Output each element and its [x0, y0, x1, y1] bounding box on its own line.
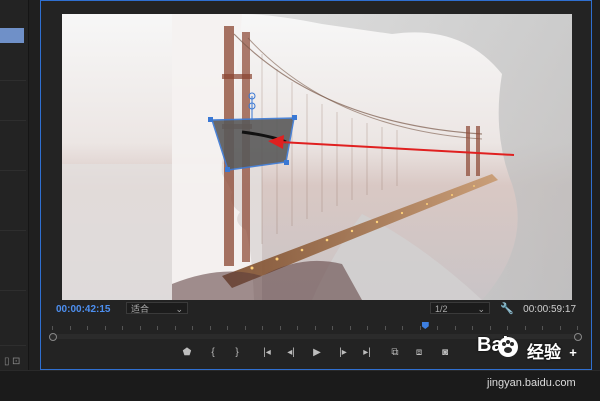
duration-timecode: 00:00:59:17: [523, 304, 576, 315]
ruler-tick: [367, 326, 368, 330]
ruler-tick: [332, 326, 333, 330]
ruler-tick: [349, 326, 351, 330]
list-view-icon[interactable]: ▯: [4, 356, 10, 367]
go-to-out-icon[interactable]: ▸|: [359, 346, 375, 360]
folder-icon[interactable]: ⊡: [12, 356, 20, 367]
step-back-icon[interactable]: ◂|: [283, 346, 299, 360]
ruler-tick: [174, 326, 176, 330]
ruler-tick: [454, 326, 456, 330]
ruler-tick: [419, 326, 421, 330]
ruler-tick: [279, 326, 281, 330]
paw-icon: [498, 337, 518, 357]
transport-controls: ⬟ { } |◂ ◂| ▶ |▸ ▸| ⧉ ⧈ ◙ +: [175, 346, 585, 360]
ruler-tick: [577, 326, 578, 330]
mark-out-button[interactable]: }: [229, 346, 245, 360]
play-icon[interactable]: ▶: [309, 346, 325, 360]
playback-resolution-label: 1/2: [435, 304, 448, 314]
scroll-handle-right[interactable]: [574, 333, 582, 341]
wrench-icon[interactable]: 🔧: [500, 302, 514, 315]
current-timecode[interactable]: 00:00:42:15: [56, 304, 110, 315]
ruler-tick: [402, 326, 403, 330]
go-to-in-icon[interactable]: |◂: [259, 346, 275, 360]
ruler-tick: [542, 326, 543, 330]
panel-divider: [0, 290, 26, 291]
ruler-tick: [227, 326, 228, 330]
ruler-tick: [437, 326, 438, 330]
panel-divider: [0, 170, 26, 171]
mark-in-button[interactable]: {: [205, 346, 221, 360]
step-forward-icon[interactable]: |▸: [335, 346, 351, 360]
ruler-tick: [297, 326, 298, 330]
time-ruler[interactable]: [52, 326, 578, 334]
ruler-tick: [244, 326, 246, 330]
marker-icon[interactable]: ⬟: [179, 346, 195, 360]
ruler-tick: [122, 326, 123, 330]
panel-divider: [0, 120, 26, 121]
insert-icon[interactable]: ⧉: [387, 346, 403, 360]
ruler-tick: [209, 326, 211, 330]
ruler-tick: [262, 326, 263, 330]
panel-divider: [0, 80, 26, 81]
add-button-icon[interactable]: +: [565, 346, 581, 360]
video-preview[interactable]: [62, 14, 572, 300]
chevron-down-icon: ⌄: [175, 304, 183, 314]
camera-icon[interactable]: ◙: [437, 346, 453, 360]
panel-divider: [0, 345, 26, 346]
ruler-tick: [52, 326, 53, 330]
ruler-tick: [524, 326, 526, 330]
monitor-controls-row: 00:00:42:15 适合 ⌄ 1/2 ⌄ 🔧 00:00:59:17: [56, 302, 576, 316]
ruler-tick: [87, 326, 88, 330]
video-frame: [62, 14, 572, 300]
ruler-tick: [139, 326, 141, 330]
zoom-fit-select[interactable]: 适合 ⌄: [126, 302, 188, 314]
ruler-tick: [192, 326, 193, 330]
project-panel: ▯ ⊡: [0, 0, 29, 400]
ruler-tick: [384, 326, 386, 330]
ruler-tick: [489, 326, 491, 330]
scroll-handle-left[interactable]: [49, 333, 57, 341]
ruler-tick: [507, 326, 508, 330]
ruler-tick: [69, 326, 71, 330]
panel-tab-selected[interactable]: [0, 28, 24, 43]
ruler-tick: [104, 326, 106, 330]
ruler-tick: [559, 326, 561, 330]
zoom-fit-label: 适合: [131, 304, 150, 314]
watermark-brand: 经验: [527, 343, 561, 362]
ruler-tick: [314, 326, 316, 330]
playback-resolution-select[interactable]: 1/2 ⌄: [430, 302, 490, 314]
ruler-tick: [157, 326, 158, 330]
chevron-down-icon: ⌄: [477, 304, 485, 314]
overwrite-icon[interactable]: ⧈: [411, 346, 427, 360]
watermark-url: jingyan.baidu.com: [487, 377, 576, 389]
panel-divider: [0, 230, 26, 231]
ruler-tick: [472, 326, 473, 330]
